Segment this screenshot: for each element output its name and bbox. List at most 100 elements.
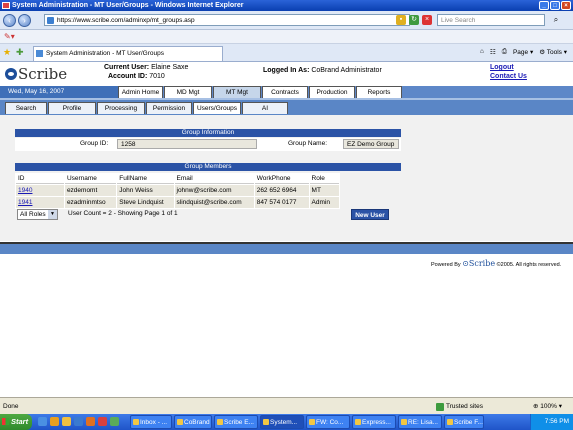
member-username: ezdemomt	[64, 185, 117, 196]
powered-by-label: Powered By	[431, 262, 461, 268]
tab-reports[interactable]: Reports	[356, 86, 402, 98]
logout-link[interactable]: Logout	[490, 63, 527, 72]
tab-md-mgt[interactable]: MD Mgt	[164, 86, 212, 98]
group-id-label: Group ID:	[80, 140, 109, 147]
address-toolbar: ‹ › https://www.scribe.com/adminxp/mt_gr…	[0, 11, 573, 30]
lock-icon[interactable]: ▪	[396, 15, 406, 25]
task-button[interactable]: RE: Lisa...	[398, 415, 442, 429]
task-buttons: Inbox - ... CoBrand Scribe E... System..…	[130, 415, 484, 429]
contact-us-link[interactable]: Contact Us	[490, 72, 527, 81]
tab-processing[interactable]: Processing	[97, 102, 145, 114]
main-tabs: Admin Home MD Mgt MT Mgt Contracts Produ…	[118, 86, 403, 98]
members-table: ID Username FullName Email WorkPhone Rol…	[15, 173, 340, 209]
page-menu[interactable]: Page ▾	[513, 48, 533, 56]
feeds-icon[interactable]: ☷	[490, 48, 496, 56]
scribe-logo-mark	[5, 68, 17, 80]
member-workphone: 847 574 0177	[254, 197, 309, 208]
search-icon[interactable]: ⌕	[549, 14, 563, 26]
member-role: Admin	[309, 197, 339, 208]
task-button[interactable]: Express...	[352, 415, 396, 429]
task-button[interactable]: FW: Co...	[306, 415, 350, 429]
task-button[interactable]: Scribe F...	[444, 415, 484, 429]
tab-users-groups[interactable]: Users/Groups	[193, 102, 241, 114]
footer-band	[0, 242, 573, 254]
task-button[interactable]: Inbox - ...	[130, 415, 172, 429]
print-icon[interactable]: ⎙	[502, 48, 507, 56]
header-links: Logout Contact Us	[490, 63, 527, 81]
group-info-header: Group Information	[15, 129, 401, 137]
links-bar: ✎▾	[0, 30, 573, 44]
tab-page-icon	[36, 50, 43, 57]
search-input[interactable]: Live Search	[437, 14, 545, 26]
quicklaunch-desktop-icon[interactable]	[74, 417, 83, 426]
tab-production[interactable]: Production	[309, 86, 355, 98]
refresh-icon[interactable]: ↻	[409, 15, 419, 25]
table-row: 1941 ezadminmtso Steve Lindquist slindqu…	[16, 197, 339, 208]
links-icon[interactable]: ✎▾	[4, 32, 15, 41]
logged-in-label: Logged In As:	[263, 67, 310, 74]
column-header-email: Email	[174, 174, 254, 184]
user-count-text: User Count = 2 - Showing Page 1 of 1	[68, 210, 178, 217]
tools-menu[interactable]: ⚙ Tools ▾	[539, 48, 567, 56]
start-button[interactable]: Start	[0, 414, 32, 430]
back-icon[interactable]: ‹	[3, 14, 16, 27]
member-email: slindquist@scribe.com	[174, 197, 254, 208]
browser-tab[interactable]: System Administration - MT User/Groups	[33, 46, 223, 61]
browser-tab-strip: ★ ✚ System Administration - MT User/Grou…	[0, 44, 573, 62]
task-button[interactable]: CoBrand	[174, 415, 212, 429]
system-tray: 7:56 PM	[530, 414, 573, 430]
task-button[interactable]: Scribe E...	[214, 415, 258, 429]
tab-permission[interactable]: Permission	[146, 102, 192, 114]
tab-ai[interactable]: AI	[242, 102, 288, 114]
quicklaunch-folder-icon[interactable]	[62, 417, 71, 426]
account-id-label: Account ID:	[108, 73, 148, 80]
group-name-label: Group Name:	[288, 140, 328, 147]
quicklaunch-outlook-icon[interactable]	[50, 417, 59, 426]
maximize-icon[interactable]: □	[550, 1, 560, 10]
clock: 7:56 PM	[544, 418, 569, 425]
add-favorites-icon[interactable]: ✚	[16, 47, 24, 58]
stop-icon[interactable]: ×	[422, 15, 432, 25]
table-row: 1940 ezdemomt John Weiss johnw@scribe.co…	[16, 185, 339, 196]
quicklaunch-firefox-icon[interactable]	[86, 417, 95, 426]
tab-admin-home[interactable]: Admin Home	[118, 86, 163, 98]
tab-contracts[interactable]: Contracts	[262, 86, 308, 98]
favorites-star-icon[interactable]: ★	[3, 47, 11, 58]
home-icon[interactable]: ⌂	[480, 48, 484, 56]
tab-search[interactable]: Search	[5, 102, 47, 114]
address-bar[interactable]: https://www.scribe.com/adminxp/mt_groups…	[44, 14, 410, 26]
current-date: Wed, May 16, 2007	[0, 86, 118, 98]
security-zone-icon	[436, 403, 444, 411]
group-info-panel: Group ID: 1258 Group Name: EZ Demo Group	[15, 138, 401, 151]
tab-mt-mgt[interactable]: MT Mgt	[213, 86, 261, 98]
member-email: johnw@scribe.com	[174, 185, 254, 196]
role-filter-select[interactable]: All Roles ▼	[17, 209, 58, 220]
sub-tabs: Search Profile Processing Permission Use…	[5, 102, 289, 114]
member-id-link[interactable]: 1941	[18, 199, 32, 206]
window-title: System Administration - MT User/Groups -…	[12, 2, 244, 9]
task-button[interactable]: System...	[260, 415, 304, 429]
quicklaunch-ie-icon[interactable]	[38, 417, 47, 426]
member-id-link[interactable]: 1940	[18, 187, 32, 194]
logged-in-value: CoBrand Administrator	[311, 67, 382, 74]
member-fullname: John Weiss	[117, 185, 174, 196]
quicklaunch-app2-icon[interactable]	[110, 417, 119, 426]
new-user-button[interactable]: New User	[351, 209, 389, 220]
minimize-icon[interactable]: _	[539, 1, 549, 10]
forward-icon[interactable]: ›	[18, 14, 31, 27]
chevron-down-icon[interactable]: ▼	[48, 210, 57, 219]
zoom-level[interactable]: ⊕ 100% ▾	[533, 398, 562, 415]
copyright-text: ©2005. All rights reserved.	[496, 262, 562, 268]
footer-logo: ⊙Scribe	[462, 259, 496, 268]
group-id-value: 1258	[117, 139, 257, 149]
column-header-role: Role	[309, 174, 339, 184]
tab-profile[interactable]: Profile	[48, 102, 96, 114]
taskbar: Start Inbox - ... CoBrand Scribe E... Sy…	[0, 414, 573, 430]
scribe-logo: Scribe	[5, 65, 67, 83]
quicklaunch-app-icon[interactable]	[98, 417, 107, 426]
window-title-bar: System Administration - MT User/Groups -…	[0, 0, 573, 11]
url-text: https://www.scribe.com/adminxp/mt_groups…	[57, 17, 195, 24]
close-icon[interactable]: ×	[561, 1, 571, 10]
member-username: ezadminmtso	[64, 197, 117, 208]
current-user-value: Elaine Saxe	[151, 64, 189, 71]
